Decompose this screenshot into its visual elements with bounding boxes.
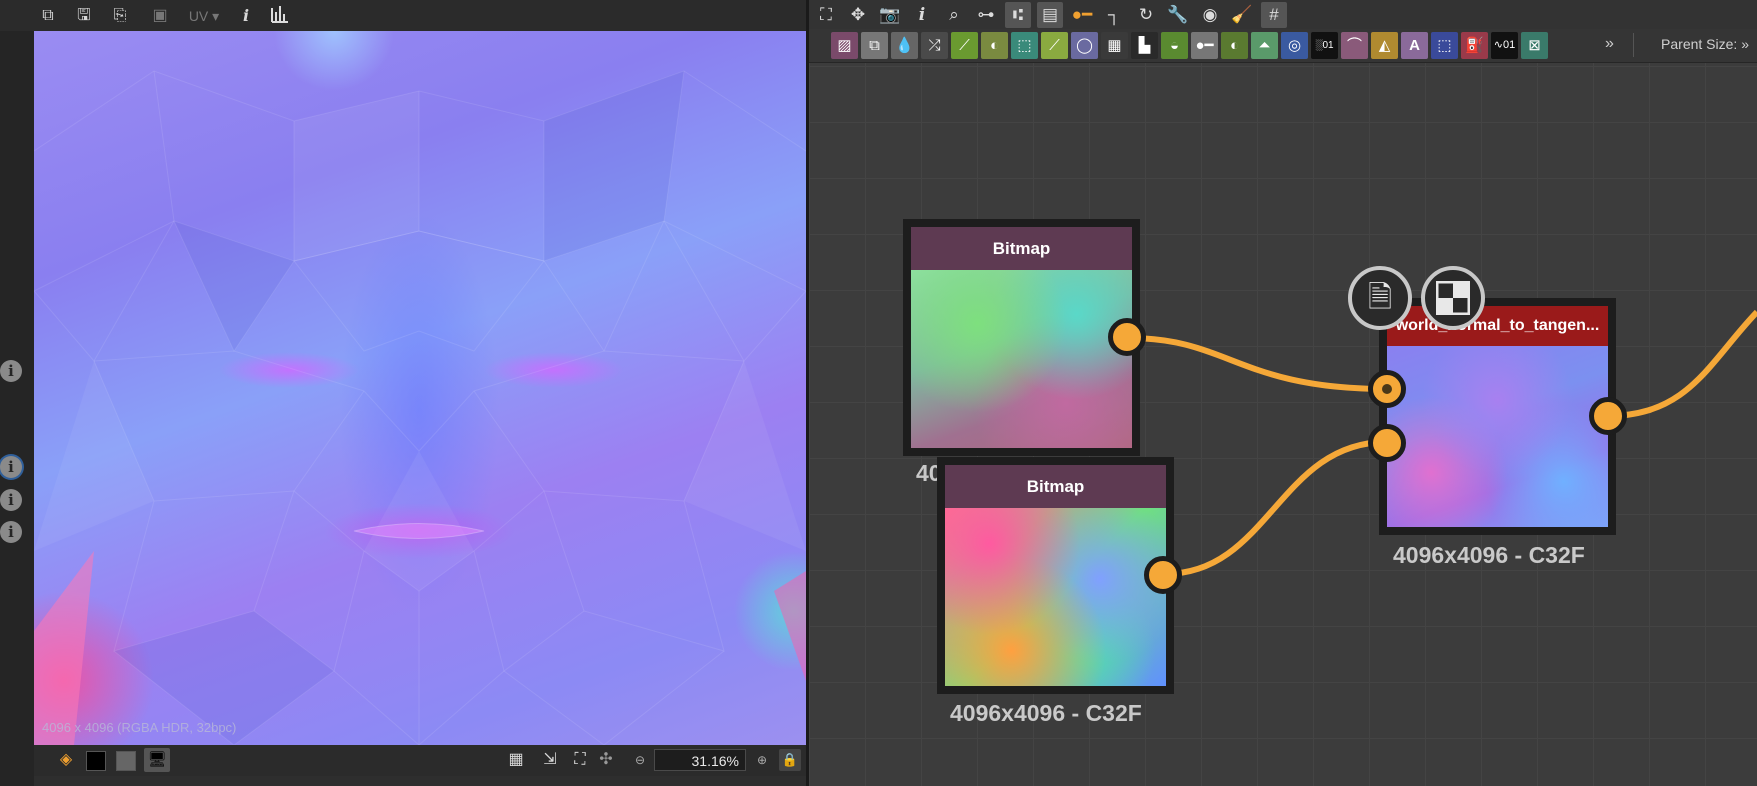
move-icon[interactable]: ✥ — [845, 2, 871, 28]
uniform-color-icon[interactable]: 💧 — [891, 32, 918, 59]
preview-icon[interactable]: ◉ — [1197, 2, 1223, 28]
blend-icon[interactable]: ◒ — [1161, 32, 1188, 59]
node-resolution: 4096x4096 - C32F — [1393, 542, 1585, 568]
export-icon[interactable]: ⧉ — [36, 4, 60, 28]
input-port[interactable] — [1368, 370, 1406, 408]
curve-icon[interactable]: ⟋ — [951, 32, 978, 59]
connection-wire — [1164, 439, 1388, 577]
node-thumbnail — [911, 270, 1132, 448]
search-icon[interactable]: ⌕ — [941, 2, 967, 28]
image-info-label: 4096 x 4096 (RGBA HDR, 32bpc) — [42, 720, 237, 735]
lock-icon[interactable]: 🔒 — [779, 749, 801, 771]
output-port[interactable] — [1589, 397, 1627, 435]
viewer-bottom-bar: ◈ 🖥 ▦ ⇲ ⛶ ✣ ⊖ 31.16% ⊕ 🔒 — [34, 745, 806, 776]
frame-icon[interactable]: ⛶ — [568, 748, 592, 772]
uv-dropdown[interactable]: UV ▾ — [184, 4, 224, 28]
gray-swatch[interactable] — [116, 751, 136, 771]
node-title: Bitmap — [911, 227, 1132, 270]
pan-icon[interactable]: ✣ — [594, 748, 618, 772]
info-icon[interactable]: i — [909, 2, 935, 28]
hierarchy-icon[interactable]: ⑆ — [1005, 2, 1031, 28]
output-icon[interactable]: ▙ — [1131, 32, 1158, 59]
node-thumbnail — [945, 508, 1166, 686]
sharpen-icon[interactable]: ◐ — [1221, 32, 1248, 59]
image-icon[interactable]: ▣ — [148, 4, 172, 28]
zoom-out-icon[interactable]: ⊖ — [628, 748, 652, 772]
info-icon-selected[interactable]: i — [0, 456, 22, 478]
texture-viewport[interactable]: 4096 x 4096 (RGBA HDR, 32bpc) — [34, 31, 806, 745]
refresh-icon[interactable]: ↻ — [1133, 2, 1159, 28]
checker-icon[interactable] — [1421, 266, 1485, 330]
connection-wire — [1128, 335, 1388, 392]
fill-icon[interactable]: ⛽ — [1461, 32, 1488, 59]
noise-icon[interactable]: ░01 — [1311, 32, 1338, 59]
stack-icon[interactable]: ▤ — [1037, 2, 1063, 28]
connection-icon[interactable]: ●━ — [1069, 2, 1095, 28]
document-icon[interactable]: 🗎 — [1348, 266, 1412, 330]
viewer-side-gutter: i i i i — [0, 31, 34, 786]
hsl-icon[interactable]: ◐ — [981, 32, 1008, 59]
text-icon[interactable]: A — [1401, 32, 1428, 59]
mirror-icon[interactable]: ◭ — [1371, 32, 1398, 59]
camera-icon[interactable]: 📷 — [877, 2, 903, 28]
info-icon[interactable]: i — [234, 4, 258, 28]
node-thumbnail — [1387, 346, 1608, 527]
layers-icon[interactable]: ◈ — [54, 748, 78, 772]
more-tools-icon[interactable]: » — [1605, 35, 1614, 53]
bitmap-node-icon[interactable]: ▨ — [831, 32, 858, 59]
toolbar-separator — [1633, 33, 1634, 57]
selection-icon[interactable]: ⬚ — [1431, 32, 1458, 59]
color-wheel-icon[interactable]: ◎ — [1281, 32, 1308, 59]
fit-icon[interactable]: ⇲ — [538, 748, 562, 772]
pixel-processor-icon[interactable]: ⊠ — [1521, 32, 1548, 59]
bitmap-node[interactable]: Bitmap — [903, 219, 1140, 456]
tools-icon[interactable]: 🔧 — [1165, 2, 1191, 28]
levels-icon[interactable]: ●━ — [1191, 32, 1218, 59]
transform-icon[interactable]: ⬚ — [1011, 32, 1038, 59]
warp-icon[interactable]: ⌒ — [1341, 32, 1368, 59]
atomic-nodes-toolbar: ▨ ⧉ 💧 ⤮ ⟋ ◐ ⬚ ⟋ ◯ ▦ ▙ ◒ ●━ ◐ ⏶ ◎ ░01 ⌒ ◭… — [809, 29, 1757, 63]
save-icon[interactable]: 🖫 — [72, 4, 96, 28]
gradient-icon[interactable]: ⟋ — [1041, 32, 1068, 59]
connection-wire — [1606, 309, 1757, 419]
output-port[interactable] — [1108, 318, 1146, 356]
node-resolution: 4096x4096 - C32F — [950, 700, 1142, 726]
node-align-icon[interactable]: ⊶ — [973, 2, 999, 28]
copy-icon[interactable]: ⎘ — [108, 4, 132, 28]
viewer-toolbar: ⧉ 🖫 ⎘ ▣ UV ▾ i — [0, 0, 808, 31]
crop-icon[interactable]: # — [1261, 2, 1287, 28]
world-normal-to-tangent-node[interactable]: world_normal_to_tangen... — [1379, 298, 1616, 535]
info-icon[interactable]: i — [0, 521, 22, 543]
zoom-input[interactable]: 31.16% — [654, 749, 746, 771]
info-icon[interactable]: i — [0, 489, 22, 511]
graph-toolbar: ⛶ ✥ 📷 i ⌕ ⊶ ⑆ ▤ ●━ ┐ ↻ 🔧 ◉ 🧹 # — [809, 0, 1757, 29]
circle-icon[interactable]: ◯ — [1071, 32, 1098, 59]
clean-icon[interactable]: 🧹 — [1229, 2, 1255, 28]
fx-map-icon[interactable]: ∿01 — [1491, 32, 1518, 59]
shuffle-icon[interactable]: ⤮ — [921, 32, 948, 59]
frame-all-icon[interactable]: ⛶ — [813, 2, 839, 28]
histogram-icon[interactable] — [268, 4, 292, 28]
histogram-scan-icon[interactable]: ⏶ — [1251, 32, 1278, 59]
normal-map-image — [34, 70, 806, 745]
tile-icon[interactable]: ▦ — [1101, 32, 1128, 59]
parent-size-dropdown[interactable]: Parent Size: » — [1661, 36, 1749, 52]
zoom-in-icon[interactable]: ⊕ — [750, 748, 774, 772]
grid-icon[interactable]: ▦ — [504, 748, 528, 772]
color-channels-icon[interactable]: 🖥 — [144, 748, 170, 772]
node-title: world_normal_to_tangen... — [1387, 306, 1608, 346]
node-title: Bitmap — [945, 465, 1166, 508]
input-port[interactable] — [1368, 424, 1406, 462]
output-port[interactable] — [1144, 556, 1182, 594]
link-style-icon[interactable]: ┐ — [1101, 2, 1127, 28]
bitmap-node[interactable]: Bitmap — [937, 457, 1174, 694]
black-swatch[interactable] — [86, 751, 106, 771]
svg-node-icon[interactable]: ⧉ — [861, 32, 888, 59]
info-icon[interactable]: i — [0, 360, 22, 382]
